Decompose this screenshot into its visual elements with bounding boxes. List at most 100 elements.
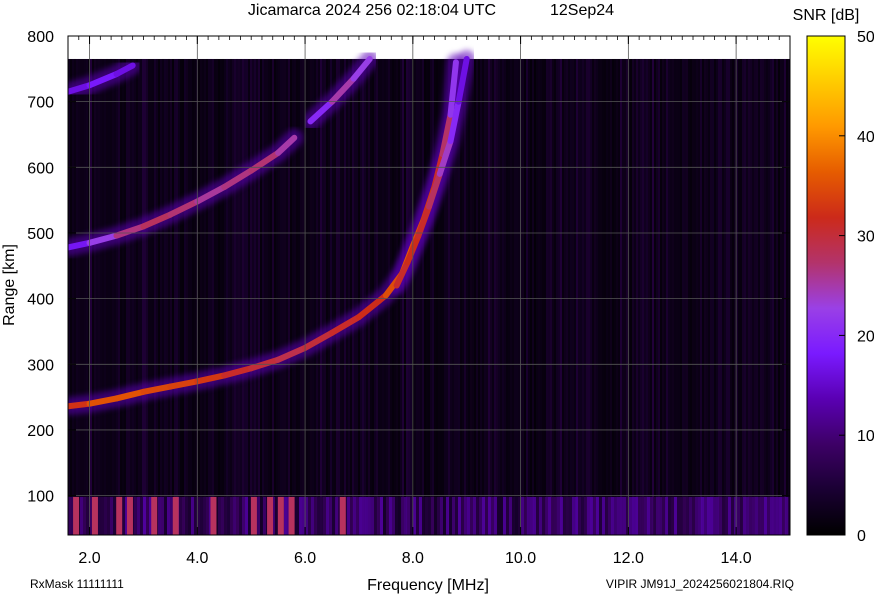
noise-stripe — [190, 58, 192, 535]
noise-stripe — [692, 58, 694, 535]
interference-stripe — [671, 496, 674, 535]
noise-stripe — [540, 58, 542, 535]
noise-stripe — [624, 58, 626, 535]
noise-stripe — [136, 58, 138, 535]
noise-stripe — [614, 58, 616, 535]
noise-stripe — [528, 58, 530, 535]
interference-peak — [126, 496, 133, 535]
x-tick-label: 14.0 — [721, 550, 752, 567]
noise-stripe — [626, 58, 628, 535]
noise-stripe — [120, 58, 122, 535]
interference-stripe — [98, 496, 101, 535]
interference-stripe — [320, 496, 323, 535]
ionogram-chart: Jicamarca 2024 256 02:18:04 UTC 12Sep24 … — [1, 2, 874, 594]
noise-stripe — [768, 58, 770, 535]
noise-stripe — [648, 58, 650, 535]
noise-stripe — [752, 58, 754, 535]
x-tick-label: 2.0 — [78, 550, 100, 567]
noise-stripe — [90, 58, 92, 535]
noise-stripe — [734, 58, 736, 535]
interference-stripe — [761, 496, 764, 535]
interference-stripe — [398, 496, 401, 535]
noise-stripe — [400, 58, 402, 535]
noise-stripe — [758, 58, 760, 535]
noise-stripe — [244, 58, 246, 535]
interference-stripe — [383, 496, 386, 535]
noise-stripe — [192, 58, 194, 535]
interference-stripe — [350, 496, 353, 535]
interference-stripe — [137, 496, 140, 535]
interference-stripe — [668, 496, 671, 535]
y-tick-label: 500 — [27, 226, 54, 243]
noise-stripe — [326, 58, 328, 535]
interference-stripe — [428, 496, 431, 535]
interference-stripe — [437, 496, 440, 535]
noise-stripe — [516, 58, 518, 535]
interference-stripe — [188, 496, 191, 535]
interference-stripe — [632, 496, 635, 535]
noise-stripe — [238, 58, 240, 535]
noise-stripe — [80, 58, 82, 535]
noise-stripe — [510, 58, 512, 535]
interference-stripe — [677, 496, 680, 535]
interference-band — [68, 496, 790, 535]
interference-stripe — [713, 496, 716, 535]
noise-stripe — [252, 58, 254, 535]
rxmask-label: RxMask 11111111 — [30, 577, 124, 591]
noise-stripe — [176, 58, 178, 535]
interference-stripe — [575, 496, 578, 535]
noise-stripe — [740, 58, 742, 535]
noise-stripe — [218, 58, 220, 535]
interference-stripe — [140, 496, 143, 535]
noise-stripe — [524, 58, 526, 535]
noise-stripe — [224, 58, 226, 535]
noise-stripe — [622, 58, 624, 535]
interference-stripe — [785, 496, 788, 535]
noise-stripe — [550, 58, 552, 535]
interference-stripe — [224, 496, 227, 535]
interference-peak — [277, 496, 284, 535]
noise-stripe — [674, 58, 676, 535]
interference-stripe — [578, 496, 581, 535]
noise-stripe — [500, 58, 502, 535]
noise-stripe — [328, 58, 330, 535]
interference-stripe — [452, 496, 455, 535]
noise-stripe — [204, 58, 206, 535]
noise-stripe — [474, 58, 476, 535]
interference-stripe — [230, 496, 233, 535]
noise-stripe — [710, 58, 712, 535]
noise-stripe — [164, 58, 166, 535]
noise-stripe — [94, 58, 96, 535]
interference-stripe — [725, 496, 728, 535]
noise-stripe — [514, 58, 516, 535]
interference-stripe — [551, 496, 554, 535]
noise-stripe — [480, 58, 482, 535]
noise-stripe — [544, 58, 546, 535]
noise-stripe — [772, 58, 774, 535]
noise-stripe — [130, 58, 132, 535]
noise-stripe — [634, 58, 636, 535]
noise-stripe — [156, 58, 158, 535]
interference-stripe — [302, 496, 305, 535]
noise-stripe — [604, 58, 606, 535]
interference-stripe — [467, 496, 470, 535]
noise-stripe — [276, 58, 278, 535]
noise-stripe — [536, 58, 538, 535]
interference-stripe — [707, 496, 710, 535]
interference-stripe — [158, 496, 161, 535]
noise-stripe — [166, 58, 168, 535]
interference-stripe — [365, 496, 368, 535]
noise-stripe — [152, 58, 154, 535]
interference-stripe — [326, 496, 329, 535]
interference-stripe — [113, 496, 116, 535]
noise-stripe — [730, 58, 732, 535]
noise-stripe — [158, 58, 160, 535]
noise-stripe — [184, 58, 186, 535]
interference-stripe — [200, 496, 203, 535]
x-axis-label: Frequency [MHz] — [367, 577, 489, 594]
interference-stripe — [440, 496, 443, 535]
noise-stripe — [416, 58, 418, 535]
interference-stripe — [218, 496, 221, 535]
noise-stripe — [230, 58, 232, 535]
noise-stripe — [684, 58, 686, 535]
